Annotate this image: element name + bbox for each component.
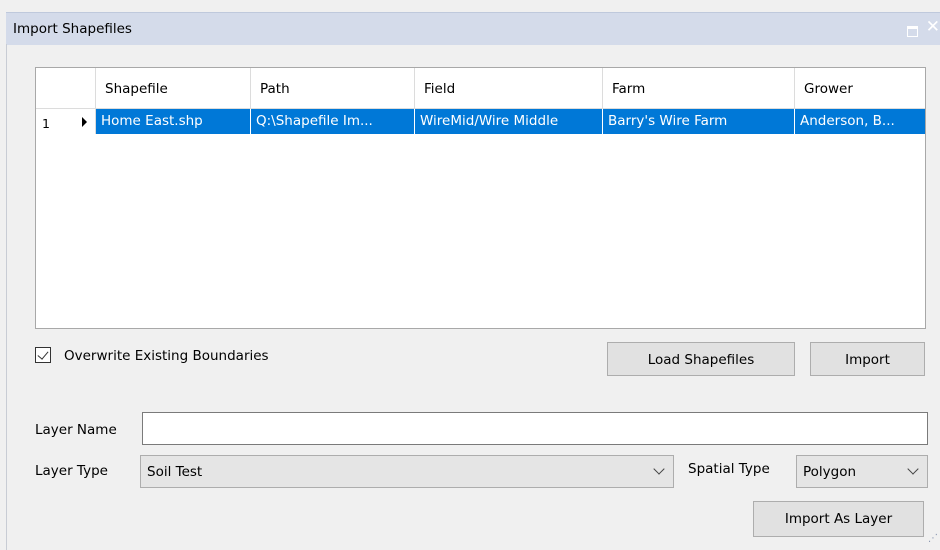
layer-name-label: Layer Name: [35, 422, 117, 438]
spatial-type-label: Spatial Type: [688, 461, 770, 477]
table-row[interactable]: 1 Home East.shp Q:\Shapefile Im... WireM…: [36, 109, 925, 134]
cell-grower[interactable]: Anderson, B...: [795, 109, 925, 134]
title-bar: Import Shapefiles ✕: [6, 12, 940, 45]
cell-path[interactable]: Q:\Shapefile Im...: [251, 109, 415, 134]
shapefiles-grid[interactable]: Shapefile Path Field Farm Grower 1 Home …: [35, 67, 926, 329]
chevron-down-icon: [907, 463, 919, 475]
chevron-down-icon: [653, 463, 665, 475]
checkmark-icon: [37, 348, 49, 360]
cell-farm[interactable]: Barry's Wire Farm: [603, 109, 795, 134]
column-header-path[interactable]: Path: [251, 68, 415, 109]
resize-grip-icon[interactable]: ⋰: [928, 533, 938, 544]
window-border: [6, 44, 7, 550]
maximize-icon[interactable]: [907, 26, 918, 37]
load-shapefiles-button[interactable]: Load Shapefiles: [607, 342, 795, 376]
spatial-type-select[interactable]: Polygon: [796, 455, 928, 488]
current-row-arrow-icon: [82, 117, 87, 127]
import-shapefiles-window: Import Shapefiles ✕ Shapefile Path Field…: [0, 0, 940, 550]
grid-corner-header: [36, 68, 96, 109]
column-header-grower[interactable]: Grower: [795, 68, 925, 109]
layer-type-label: Layer Type: [35, 463, 108, 479]
close-icon[interactable]: ✕: [926, 17, 940, 37]
import-button[interactable]: Import: [810, 342, 925, 376]
layer-name-input[interactable]: [142, 412, 928, 445]
column-header-farm[interactable]: Farm: [603, 68, 795, 109]
column-header-field[interactable]: Field: [415, 68, 603, 109]
cell-field[interactable]: WireMid/Wire Middle: [415, 109, 603, 134]
row-header[interactable]: 1: [36, 109, 96, 134]
row-number: 1: [42, 116, 50, 131]
window-title: Import Shapefiles: [13, 21, 132, 37]
layer-type-value: Soil Test: [147, 464, 203, 480]
cell-shapefile[interactable]: Home East.shp: [96, 109, 251, 134]
column-header-shapefile[interactable]: Shapefile: [96, 68, 251, 109]
overwrite-boundaries-checkbox[interactable]: [35, 347, 51, 363]
layer-type-select[interactable]: Soil Test: [140, 455, 674, 488]
spatial-type-value: Polygon: [803, 464, 857, 480]
overwrite-boundaries-label[interactable]: Overwrite Existing Boundaries: [64, 348, 269, 364]
import-as-layer-button[interactable]: Import As Layer: [753, 501, 924, 537]
